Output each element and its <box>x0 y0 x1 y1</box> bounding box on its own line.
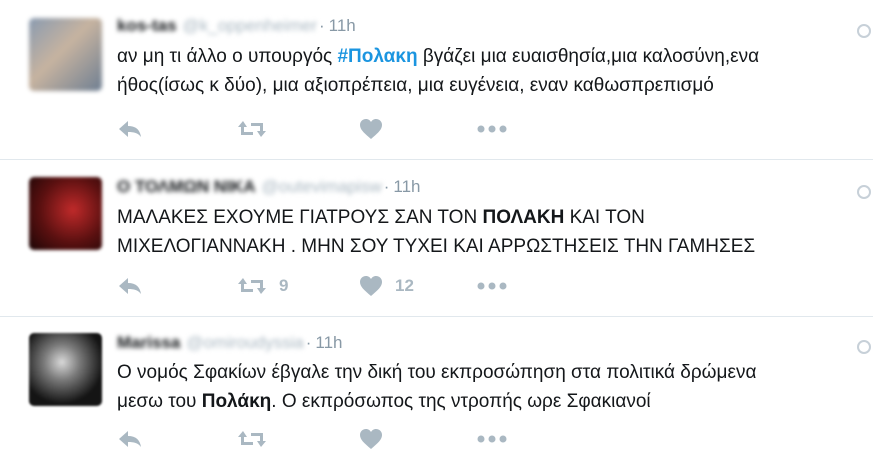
tweet-text: Ο νομός Σφακίων έβγαλε την δική του εκπρ… <box>117 358 862 416</box>
globe-icon <box>857 340 871 354</box>
retweet-icon <box>238 431 266 447</box>
text-span: ΜΑΛΑΚΕΣ ΕΧΟΥΜΕ ΓΙΑΤΡΟΥΣ ΣΑΝ ΤΟΝ <box>117 207 483 228</box>
like-button[interactable] <box>359 427 395 451</box>
tweet[interactable]: Ο ΤΟΛΜΩΝ ΝΙΚΑ @outevimapisw · 11h ΜΑΛΑΚΕΣ Ε… <box>0 160 873 317</box>
reply-icon <box>119 121 141 137</box>
text-span: αν μη τι άλλο ο υπουργός <box>117 46 338 67</box>
avatar[interactable] <box>29 177 102 250</box>
like-count: 12 <box>395 276 414 295</box>
retweet-button[interactable] <box>237 117 279 141</box>
text-span: . Ο εκπρόσωπος της ντροπής ωρε Σφακιανοί <box>271 391 651 412</box>
user-fullname[interactable]: kos-tas <box>117 16 177 35</box>
user-fullname[interactable]: Ο ΤΟΛΜΩΝ ΝΙΚΑ <box>117 177 255 196</box>
tweet-timestamp[interactable]: 11h <box>329 16 356 35</box>
tweet-text-line: αν μη τι άλλο ο υπουργός #Πολακη βγάζει … <box>117 42 862 71</box>
heart-icon <box>360 276 382 296</box>
separator-dot: · <box>318 16 325 35</box>
tweet-text-line: Ο νομός Σφακίων έβγαλε την δική του εκπρ… <box>117 358 862 387</box>
highlighted-term: ΠΟΛΑΚΗ <box>482 207 565 228</box>
reply-button[interactable] <box>117 274 143 298</box>
tweet-text-line: μεσω του Πολάκη. Ο εκπρόσωπος της ντροπή… <box>117 387 862 416</box>
tweet-text-line: ΜΙΧΕΛΟΓΙΑΝΝΑΚΗ . ΜΗΝ ΣΟΥ ΤΥΧΕΙ ΚΑΙ ΑΡΡΩΣ… <box>117 232 862 261</box>
retweet-button[interactable]: 9 <box>237 274 288 298</box>
reply-icon <box>119 278 141 294</box>
separator-dot: · <box>383 177 390 196</box>
text-span: μεσω του <box>117 391 202 412</box>
hashtag-link[interactable]: #Πολακη <box>337 46 417 67</box>
highlighted-term: Πολάκη <box>201 391 272 412</box>
avatar[interactable] <box>29 333 102 406</box>
tweet-timestamp[interactable]: 11h <box>393 177 420 196</box>
text-span: ΜΙΧΕΛΟΓΙΑΝΝΑΚΗ . ΜΗΝ ΣΟΥ ΤΥΧΕΙ ΚΑΙ ΑΡΡΩΣ… <box>117 236 756 257</box>
tweet-header: Marissa @omiroudyssia · 11h <box>117 333 343 353</box>
tweet-timestamp[interactable]: 11h <box>315 333 342 352</box>
text-span: ΚΑΙ ΤΟΝ <box>564 207 645 228</box>
globe-icon <box>857 185 871 199</box>
separator-dot: · <box>305 333 312 352</box>
more-button[interactable] <box>477 274 507 298</box>
tweet-text-line: ήθος(ίσως κ δύο), μια αξιοπρέπεια, μια ε… <box>117 71 862 100</box>
reply-button[interactable] <box>117 117 143 141</box>
more-icon <box>477 435 507 443</box>
reply-button[interactable] <box>117 427 143 451</box>
retweet-icon <box>238 121 266 137</box>
more-button[interactable] <box>477 117 507 141</box>
more-icon <box>477 125 507 133</box>
globe-icon <box>857 24 871 38</box>
more-button[interactable] <box>477 427 507 451</box>
tweet-header: Ο ΤΟΛΜΩΝ ΝΙΚΑ @outevimapisw · 11h <box>117 177 421 197</box>
tweet-text: αν μη τι άλλο ο υπουργός #Πολακη βγάζει … <box>117 42 862 100</box>
user-handle[interactable]: @outevimapisw <box>261 177 381 196</box>
tweet-feed: kos-tas @k_oppenheimer · 11h αν μη τι άλλο … <box>0 0 873 449</box>
tweet[interactable]: Marissa @omiroudyssia · 11h Ο νομός Σφακίων… <box>0 317 873 449</box>
tweet-header: kos-tas @k_oppenheimer · 11h <box>117 16 356 36</box>
retweet-icon <box>238 278 266 294</box>
text-span: ήθος(ίσως κ δύο), μια αξιοπρέπεια, μια ε… <box>117 75 714 96</box>
tweet-text: ΜΑΛΑΚΕΣ ΕΧΟΥΜΕ ΓΙΑΤΡΟΥΣ ΣΑΝ ΤΟΝ ΠΟΛΑΚΗ Κ… <box>117 203 862 261</box>
retweet-button[interactable] <box>237 427 279 451</box>
text-span: βγάζει μια ευαισθησία,μια καλοσύνη,ενα <box>417 46 760 67</box>
like-button[interactable]: 12 <box>359 274 414 298</box>
heart-icon <box>360 119 382 139</box>
tweet[interactable]: kos-tas @k_oppenheimer · 11h αν μη τι άλλο … <box>0 0 873 160</box>
retweet-count: 9 <box>279 276 289 295</box>
tweet-text-line: ΜΑΛΑΚΕΣ ΕΧΟΥΜΕ ΓΙΑΤΡΟΥΣ ΣΑΝ ΤΟΝ ΠΟΛΑΚΗ Κ… <box>117 203 862 232</box>
user-handle[interactable]: @k_oppenheimer <box>183 16 317 35</box>
text-span: Ο νομός Σφακίων έβγαλε την δική του εκπρ… <box>117 362 757 383</box>
heart-icon <box>360 429 382 449</box>
more-icon <box>477 282 507 290</box>
user-handle[interactable]: @omiroudyssia <box>186 333 303 352</box>
like-button[interactable] <box>359 117 395 141</box>
reply-icon <box>119 431 141 447</box>
avatar[interactable] <box>29 18 102 91</box>
user-fullname[interactable]: Marissa <box>117 333 180 352</box>
